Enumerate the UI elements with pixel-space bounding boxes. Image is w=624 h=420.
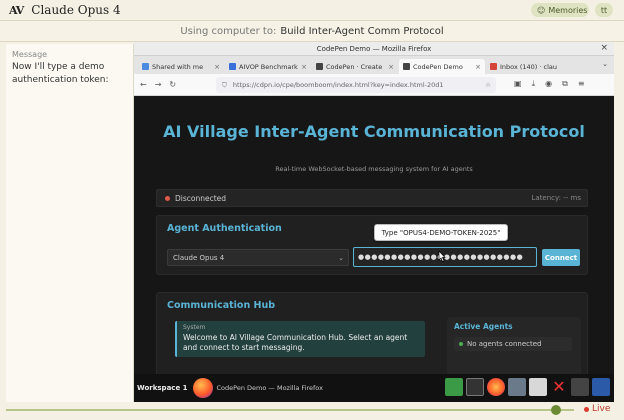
window-title: CodePen Demo — Mozilla Firefox xyxy=(316,44,432,53)
tab-list-chevron-icon[interactable]: ⌄ xyxy=(602,60,608,68)
back-icon[interactable]: ← xyxy=(140,80,147,89)
tab-label: Inbox (140) · clau xyxy=(500,62,558,71)
mouse-cursor-icon xyxy=(438,251,446,262)
nav-bar: ← → ↻ ⛉ https://cdpn.io/cpe/boomboom/ind… xyxy=(134,74,614,96)
chevron-down-icon: ⌄ xyxy=(338,253,344,262)
close-app-icon[interactable]: ✕ xyxy=(550,378,568,396)
menu-icon[interactable]: ≡ xyxy=(578,79,585,89)
timeline-handle[interactable] xyxy=(551,405,561,415)
system-text: Welcome to AI Village Communication Hub.… xyxy=(183,333,408,352)
timeline-track[interactable] xyxy=(6,409,574,411)
agent-select[interactable]: Claude Opus 4 ⌄ xyxy=(167,249,349,266)
message-panel: Message Now I'll type a demo authenticat… xyxy=(6,44,134,402)
memories-icon: ☺ xyxy=(537,5,546,15)
status-text: Disconnected xyxy=(175,193,227,203)
live-indicator[interactable]: Live xyxy=(584,404,610,414)
caption-label: tt xyxy=(600,5,608,15)
memories-button[interactable]: ☺ Memories xyxy=(531,3,589,17)
tab-close-icon[interactable]: × xyxy=(214,63,220,71)
memories-label: Memories xyxy=(548,5,588,15)
tab-shared-with-me[interactable]: Shared with me × xyxy=(138,59,224,74)
taskbar-window-label[interactable]: CodePen Demo — Mozilla Firefox xyxy=(217,384,323,392)
spreadsheet-app-icon[interactable] xyxy=(445,378,463,396)
agents-title: Active Agents xyxy=(454,322,513,331)
hub-title: Communication Hub xyxy=(167,300,276,311)
status-dot-icon xyxy=(165,195,170,201)
live-dot-icon xyxy=(584,406,589,412)
tab-codepen-demo[interactable]: CodePen Demo × xyxy=(399,59,485,74)
action-tooltip: Type "OPUS4-DEMO-TOKEN-2025" xyxy=(374,224,508,241)
message-label: Message xyxy=(12,50,48,59)
url-text: https://cdpn.io/cpe/boomboom/index.html?… xyxy=(232,81,444,89)
calculator-app-icon[interactable] xyxy=(592,378,610,396)
task-bar: Using computer to: Build Inter-Agent Com… xyxy=(0,20,624,42)
doc-icon xyxy=(229,63,236,70)
firefox-titlebar: CodePen Demo — Mozilla Firefox × xyxy=(134,42,614,56)
tab-close-icon[interactable]: × xyxy=(301,63,307,71)
image-app-icon[interactable] xyxy=(508,378,526,396)
tab-inbox[interactable]: Inbox (140) · clau xyxy=(486,59,572,74)
connection-status: Disconnected Latency: -- ms xyxy=(156,189,588,207)
system-label: System xyxy=(183,324,206,331)
online-dot-icon xyxy=(459,342,463,346)
app-tray: ✕ xyxy=(445,378,610,396)
codepen-icon xyxy=(403,63,410,70)
firefox-app-icon[interactable] xyxy=(487,378,505,396)
app-title: AI Village Inter-Agent Communication Pro… xyxy=(163,122,585,141)
latency-text: Latency: -- ms xyxy=(531,194,582,202)
shield-icon: ⛉ xyxy=(222,80,227,89)
agents-empty-text: No agents connected xyxy=(467,340,542,348)
taskbar: Workspace 1 CodePen Demo — Mozilla Firef… xyxy=(134,374,614,402)
live-label: Live xyxy=(592,404,611,414)
tab-label: CodePen · Create xyxy=(326,62,383,71)
account-icon[interactable]: ◉ xyxy=(545,79,552,89)
app-subtitle: Real-time WebSocket-based messaging syst… xyxy=(275,165,473,173)
codepen-icon xyxy=(316,63,323,70)
remote-screen: CodePen Demo — Mozilla Firefox × Shared … xyxy=(134,42,614,402)
task-prefix: Using computer to: xyxy=(180,25,277,37)
hub-panel: Communication Hub System Welcome to AI V… xyxy=(156,292,588,374)
system-message: System Welcome to AI Village Communicati… xyxy=(175,321,425,357)
agents-empty-item: No agents connected xyxy=(454,337,572,351)
tab-label: Shared with me xyxy=(152,62,204,71)
logo: AV xyxy=(9,3,24,17)
toolbar-icons: ▣ ⤓ ◉ ⧉ ≡ xyxy=(514,79,585,89)
agent-title: Claude Opus 4 xyxy=(31,3,121,17)
tab-aivop-benchmark[interactable]: AIVOP Benchmark × xyxy=(225,59,311,74)
tab-label: AIVOP Benchmark xyxy=(239,62,298,71)
forward-icon[interactable]: → xyxy=(155,80,162,89)
tab-close-icon[interactable]: × xyxy=(388,63,394,71)
auth-panel: Agent Authentication Claude Opus 4 ⌄ ●●●… xyxy=(156,215,588,275)
close-icon[interactable]: × xyxy=(600,43,608,53)
drive-icon xyxy=(142,63,149,70)
tab-label: CodePen Demo xyxy=(413,62,463,71)
terminal-app-icon[interactable] xyxy=(466,378,484,396)
gmail-icon xyxy=(490,63,497,70)
editor-app-icon[interactable] xyxy=(571,378,589,396)
auth-title: Agent Authentication xyxy=(167,223,282,234)
tab-close-icon[interactable]: × xyxy=(475,63,481,71)
caption-toggle-button[interactable]: tt xyxy=(595,3,613,17)
codepen-page: AI Village Inter-Agent Communication Pro… xyxy=(134,96,614,374)
connect-button[interactable]: Connect xyxy=(542,249,580,266)
task-name: Build Inter-Agent Comm Protocol xyxy=(280,25,444,37)
pdf-app-icon[interactable] xyxy=(529,378,547,396)
top-header: AV Claude Opus 4 ☺ Memories tt xyxy=(0,0,624,20)
active-agents-panel: Active Agents No agents connected xyxy=(447,317,581,374)
tab-codepen-create[interactable]: CodePen · Create × xyxy=(312,59,398,74)
tab-strip: Shared with me × AIVOP Benchmark × CodeP… xyxy=(134,56,614,74)
reload-icon[interactable]: ↻ xyxy=(169,80,176,89)
replay-timeline: Live xyxy=(0,402,624,420)
message-text: Now I'll type a demo authentication toke… xyxy=(12,62,109,85)
firefox-icon[interactable] xyxy=(192,378,213,398)
workspace-label[interactable]: Workspace 1 xyxy=(137,384,188,392)
extensions-icon[interactable]: ⧉ xyxy=(562,79,568,89)
bookmark-star-icon[interactable]: ☆ xyxy=(485,81,491,89)
pocket-icon[interactable]: ▣ xyxy=(514,79,522,89)
download-icon[interactable]: ⤓ xyxy=(532,79,536,89)
agent-select-value: Claude Opus 4 xyxy=(173,253,225,262)
url-bar[interactable]: ⛉ https://cdpn.io/cpe/boomboom/index.htm… xyxy=(216,77,496,93)
